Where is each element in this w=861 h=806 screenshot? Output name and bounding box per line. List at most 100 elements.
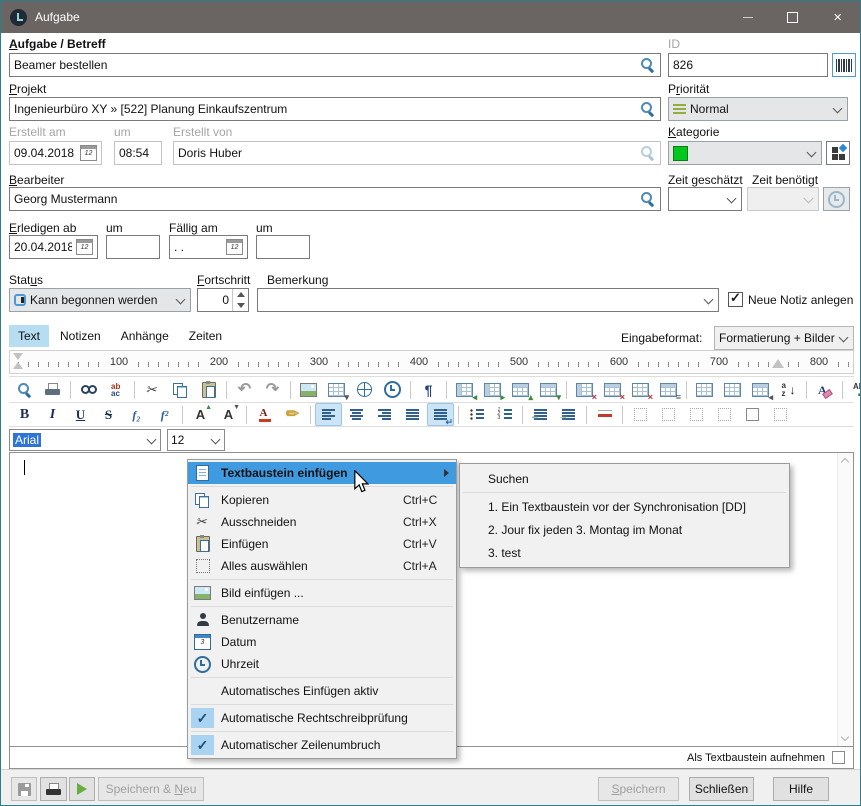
schliessen-button[interactable]: Schließen [689,777,754,801]
print-icon[interactable] [39,378,66,401]
right-indent-marker[interactable] [772,359,784,368]
align-center-icon[interactable] [343,403,370,426]
delete-column-icon[interactable] [571,378,598,401]
eingabeformat-dropdown[interactable]: Formatierung + Bilder [714,326,854,350]
scroll-up-icon[interactable] [841,457,849,465]
align-justify-icon[interactable] [399,403,426,426]
faellig-um-input[interactable] [256,235,310,259]
search-icon[interactable] [640,101,656,117]
spin-down-button[interactable] [233,300,248,311]
tab-notizen[interactable]: Notizen [51,325,110,347]
menu-item-bild-einfuegen[interactable]: Bild einfügen ... [188,582,456,604]
search-icon[interactable] [640,57,656,73]
align-left-icon[interactable] [315,403,342,426]
undo-icon[interactable]: ↶ [231,378,258,401]
editor-scrollbar[interactable] [837,453,853,746]
border-top-icon[interactable] [683,403,710,426]
border-bottom-icon[interactable] [711,403,738,426]
table-borders-icon[interactable] [747,378,774,401]
start-button[interactable] [69,777,95,801]
paragraph-marks-icon[interactable]: ¶ [415,378,442,401]
categories-button[interactable] [826,141,850,165]
cut-icon[interactable] [139,378,166,401]
first-line-indent-marker[interactable] [13,353,23,360]
subscript-icon[interactable]: f₂ [123,403,150,426]
insert-row-below-icon[interactable] [535,378,562,401]
insert-row-above-icon[interactable] [507,378,534,401]
menu-item-alles-auswaehlen[interactable]: Alles auswählen Ctrl+A [188,555,456,577]
redo-icon[interactable]: ↷ [259,378,286,401]
font-name-combobox[interactable]: Arial [9,429,161,451]
sort-icon[interactable]: ↓ [775,378,802,401]
ruler[interactable]: 100200300400500600700800 [9,350,854,374]
calendar-icon[interactable] [76,239,93,255]
barcode-button[interactable] [832,53,856,77]
font-size-combobox[interactable]: 12 [167,429,225,451]
numbered-list-icon[interactable] [491,403,518,426]
spellcheck-icon[interactable] [847,378,861,401]
border-left-icon[interactable] [627,403,654,426]
horizontal-rule-icon[interactable] [591,403,618,426]
submenu-item-textbaustein-1[interactable]: 1. Ein Textbaustein vor der Synchronisat… [460,495,789,518]
insert-time-icon[interactable] [379,378,406,401]
border-right-icon[interactable] [655,403,682,426]
bold-icon[interactable]: B [11,403,38,426]
fortschritt-spinner[interactable]: 0 [197,288,249,312]
preview-zoom-icon[interactable] [11,378,38,401]
split-cells-icon[interactable] [719,378,746,401]
faellig-am-input[interactable]: . . [169,235,248,259]
font-color-icon[interactable] [251,403,278,426]
tab-text[interactable]: Text [9,325,49,347]
maximize-button[interactable] [770,1,815,33]
superscript-icon[interactable]: f² [151,403,178,426]
menu-item-datum[interactable]: Datum [188,631,456,653]
clear-formatting-icon[interactable] [811,378,838,401]
status-dropdown[interactable]: Kann begonnen werden [9,288,191,312]
menu-item-einfuegen[interactable]: Einfügen Ctrl+V [188,533,456,555]
insert-table-icon[interactable] [323,378,350,401]
search-icon[interactable] [640,191,656,207]
projekt-input[interactable]: Ingenieurbüro XY » [522] Planung Einkauf… [9,97,661,121]
calendar-icon[interactable] [226,239,243,255]
close-button[interactable]: × [815,1,860,33]
menu-item-automatische-rechtschreibpruefung[interactable]: Automatische Rechtschreibprüfung [188,707,456,729]
id-input[interactable]: 826 [668,53,828,77]
menu-item-textbaustein-einfuegen[interactable]: Textbaustein einfügen [188,462,456,484]
print-button[interactable] [40,777,67,801]
increase-indent-icon[interactable] [555,403,582,426]
menu-item-ausschneiden[interactable]: Ausschneiden Ctrl+X [188,511,456,533]
bemerkung-combobox[interactable] [257,288,719,312]
insert-column-right-icon[interactable] [479,378,506,401]
bullet-list-icon[interactable] [463,403,490,426]
insert-image-icon[interactable] [295,378,322,401]
underline-icon[interactable]: U [67,403,94,426]
scroll-down-icon[interactable] [841,734,849,742]
titlebar[interactable]: Aufgabe × [1,1,860,33]
kategorie-dropdown[interactable] [668,141,822,165]
erledigen-ab-input[interactable]: 20.04.2018 [9,235,98,259]
submenu-item-textbaustein-2[interactable]: 2. Jour fix jeden 3. Montag im Monat [460,518,789,541]
stopwatch-button[interactable] [823,187,850,211]
insert-link-icon[interactable] [351,378,378,401]
hilfe-button[interactable]: Hilfe [773,777,829,801]
zeit-geschaetzt-dropdown[interactable] [668,187,742,211]
betreff-input[interactable]: Beamer bestellen [9,53,661,77]
table-properties-icon[interactable] [655,378,682,401]
replace-icon[interactable] [103,378,130,401]
menu-item-automatisches-einfuegen-aktiv[interactable]: Automatisches Einfügen aktiv [188,680,456,702]
border-box-icon[interactable] [739,403,766,426]
highlight-icon[interactable]: ✏ [279,403,306,426]
italic-icon[interactable]: I [39,403,66,426]
menu-item-uhrzeit[interactable]: Uhrzeit [188,653,456,675]
paste-icon[interactable] [195,378,222,401]
find-icon[interactable] [75,378,102,401]
increase-font-icon[interactable]: A [187,403,214,426]
border-none-icon[interactable] [767,403,794,426]
bearbeiter-input[interactable]: Georg Mustermann [9,187,661,211]
prioritaet-dropdown[interactable]: Normal [668,97,848,121]
tab-zeiten[interactable]: Zeiten [180,325,231,347]
decrease-font-icon[interactable]: A [215,403,242,426]
neue-notiz-checkbox[interactable] [728,292,743,307]
decrease-indent-icon[interactable] [527,403,554,426]
copy-icon[interactable] [167,378,194,401]
